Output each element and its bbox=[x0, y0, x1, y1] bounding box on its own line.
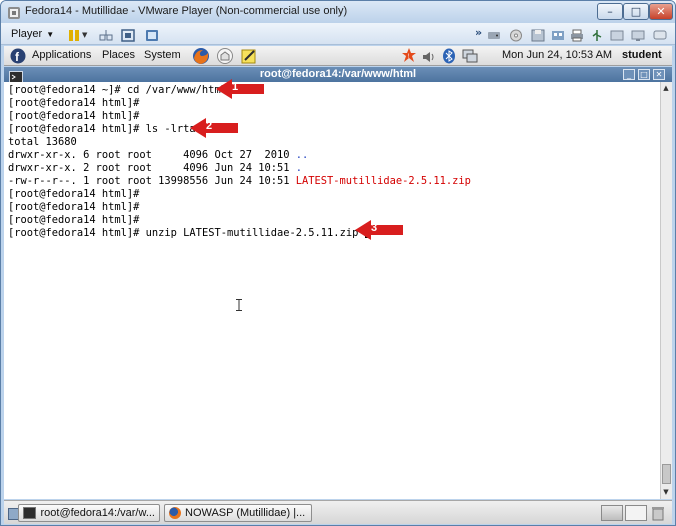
player-toolbar: Player ▼ ▼ » bbox=[1, 23, 675, 45]
terminal-line: [root@fedora14 html]# bbox=[8, 188, 140, 200]
text-editor-icon[interactable] bbox=[240, 47, 258, 65]
zip-file-entry: LATEST-mutillidae-2.5.11.zip bbox=[295, 175, 471, 187]
workspace-2[interactable] bbox=[625, 505, 647, 521]
terminal-line: [root@fedora14 html]# ls -lrta bbox=[8, 123, 196, 135]
printer-icon[interactable] bbox=[570, 27, 584, 42]
text-cursor-icon bbox=[236, 296, 242, 311]
panel-username[interactable]: student bbox=[622, 49, 662, 61]
network-icon[interactable] bbox=[462, 48, 478, 64]
taskbar-item-label: root@fedora14:/var/w... bbox=[40, 507, 155, 519]
terminal-titlebar: root@fedora14:/var/www/html _ □ ✕ bbox=[4, 67, 672, 83]
annotation-number: 2 bbox=[206, 120, 213, 132]
more-devices-icon[interactable]: » bbox=[475, 26, 482, 39]
fedora-logo-icon[interactable]: f bbox=[10, 48, 26, 64]
chevron-down-icon: ▼ bbox=[46, 29, 55, 39]
panel-clock[interactable]: Mon Jun 24, 10:53 AM bbox=[502, 49, 612, 61]
firefox-icon bbox=[169, 507, 181, 519]
chevron-down-icon[interactable]: ▼ bbox=[82, 31, 87, 39]
annotation-arrow-3: 3 bbox=[355, 220, 405, 240]
annotation-number: 3 bbox=[371, 222, 378, 234]
terminal-title: root@fedora14:/var/www/html bbox=[259, 68, 417, 80]
message-icon[interactable] bbox=[653, 27, 667, 40]
maximize-button[interactable]: □ bbox=[623, 3, 649, 20]
firefox-icon[interactable] bbox=[192, 47, 210, 65]
scroll-up-arrow-icon[interactable]: ▲ bbox=[661, 83, 671, 93]
email-client-icon[interactable] bbox=[216, 47, 234, 65]
bluetooth-icon[interactable] bbox=[442, 48, 456, 64]
terminal-line: [root@fedora14 html]# bbox=[8, 214, 140, 226]
close-button[interactable]: ✕ bbox=[649, 3, 673, 20]
update-alert-icon[interactable]: ! bbox=[400, 47, 418, 65]
trash-icon[interactable] bbox=[651, 505, 665, 521]
terminal-maximize-button[interactable]: □ bbox=[638, 69, 650, 80]
annotation-arrow-2: 2 bbox=[190, 118, 240, 138]
gnome-top-panel: f Applications Places System ! Mon Jun 2… bbox=[4, 46, 672, 66]
dir-entry-parent: .. bbox=[295, 149, 309, 161]
scrollbar-thumb[interactable] bbox=[662, 464, 671, 484]
hard-disk-icon[interactable] bbox=[487, 27, 501, 40]
menu-places[interactable]: Places bbox=[102, 49, 135, 61]
minimize-button[interactable]: – bbox=[597, 3, 623, 20]
terminal-line: [root@fedora14 html]# unzip LATEST-mutil… bbox=[8, 227, 371, 240]
terminal-icon bbox=[23, 507, 37, 519]
terminal-minimize-button[interactable]: _ bbox=[623, 69, 635, 80]
vmware-app-icon bbox=[7, 5, 21, 19]
floppy-icon[interactable] bbox=[531, 27, 545, 42]
terminal-line: drwxr-xr-x. 6 root root 4096 Oct 27 2010… bbox=[8, 149, 309, 161]
vmware-titlebar: Fedora14 - Mutillidae - VMware Player (N… bbox=[1, 1, 675, 23]
annotation-number: 1 bbox=[232, 81, 239, 93]
network-adapter-icon[interactable] bbox=[551, 27, 565, 40]
terminal-close-button[interactable]: ✕ bbox=[653, 69, 665, 80]
terminal-output[interactable]: [root@fedora14 ~]# cd /var/www/html [roo… bbox=[4, 82, 660, 499]
scroll-down-arrow-icon[interactable]: ▼ bbox=[661, 487, 671, 497]
fullscreen-icon[interactable] bbox=[121, 27, 135, 42]
workspace-1[interactable] bbox=[601, 505, 623, 521]
terminal-line: total 13680 bbox=[8, 136, 77, 148]
player-menu-button[interactable]: Player ▼ bbox=[7, 26, 58, 42]
vmware-window-title: Fedora14 - Mutillidae - VMware Player (N… bbox=[25, 5, 348, 17]
sound-card-icon[interactable] bbox=[610, 27, 624, 41]
cd-drive-icon[interactable] bbox=[509, 27, 523, 42]
menu-system[interactable]: System bbox=[144, 49, 181, 61]
annotation-arrow-1: 1 bbox=[216, 79, 266, 99]
volume-icon[interactable] bbox=[422, 49, 436, 63]
taskbar-item-firefox[interactable]: NOWASP (Mutillidae) |... bbox=[164, 504, 312, 522]
player-menu-label: Player bbox=[11, 28, 43, 40]
pause-icon[interactable] bbox=[67, 27, 81, 41]
terminal-line: -rw-r--r--. 1 root root 13998556 Jun 24 … bbox=[8, 175, 471, 187]
terminal-scrollbar[interactable]: ▲ ▼ bbox=[660, 82, 672, 499]
bottom-taskbar: root@fedora14:/var/w... NOWASP (Mutillid… bbox=[4, 500, 672, 524]
display-icon[interactable] bbox=[631, 27, 645, 41]
menu-applications[interactable]: Applications bbox=[32, 49, 91, 61]
terminal-line: [root@fedora14 html]# bbox=[8, 97, 140, 109]
usb-icon[interactable] bbox=[590, 27, 604, 41]
unity-icon[interactable] bbox=[145, 27, 159, 41]
dir-entry-current: . bbox=[295, 162, 303, 174]
network-devices-icon[interactable] bbox=[99, 27, 113, 41]
terminal-line: drwxr-xr-x. 2 root root 4096 Jun 24 10:5… bbox=[8, 162, 303, 174]
terminal-line: [root@fedora14 ~]# cd /var/www/html bbox=[8, 84, 227, 96]
taskbar-item-terminal[interactable]: root@fedora14:/var/w... bbox=[18, 504, 160, 522]
terminal-line: [root@fedora14 html]# bbox=[8, 110, 140, 122]
terminal-line: [root@fedora14 html]# bbox=[8, 201, 140, 213]
taskbar-item-label: NOWASP (Mutillidae) |... bbox=[185, 507, 306, 519]
